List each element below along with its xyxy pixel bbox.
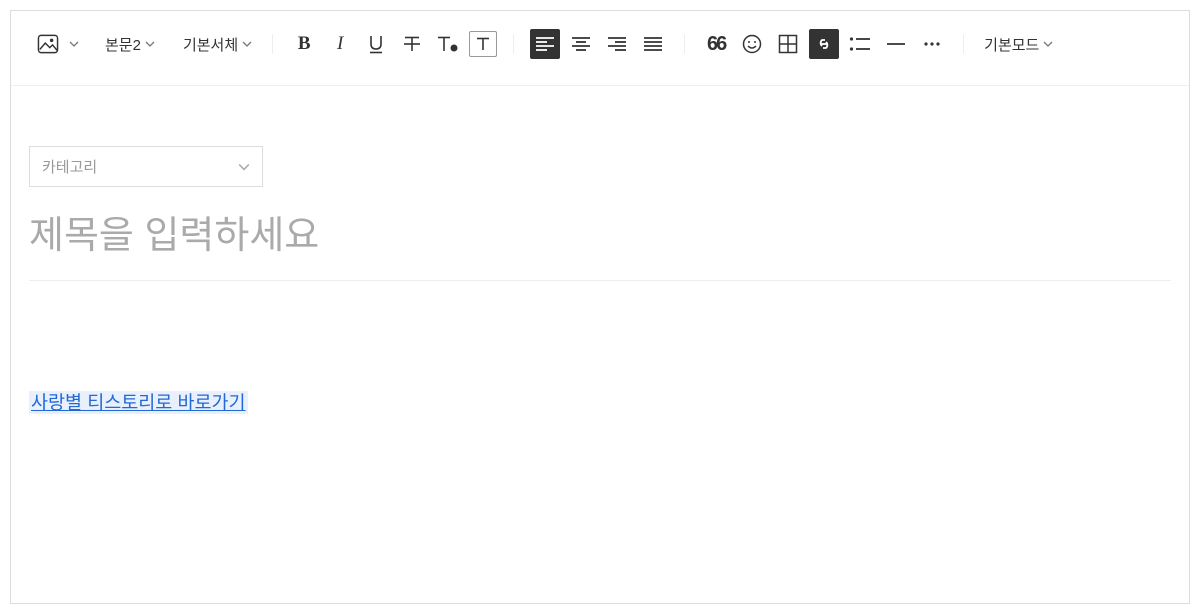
align-justify-button[interactable] xyxy=(638,29,668,59)
content-area: 카테고리 사랑별 티스토리로 바로가기 xyxy=(11,86,1189,433)
font-family-dropdown[interactable]: 기본서체 xyxy=(179,34,256,55)
underline-icon xyxy=(367,34,385,54)
link-icon xyxy=(814,34,834,54)
list-button[interactable] xyxy=(845,29,875,59)
mode-dropdown[interactable]: 기본모드 xyxy=(980,34,1057,55)
font-family-label: 기본서체 xyxy=(183,34,238,55)
text-color-button[interactable] xyxy=(433,29,463,59)
separator xyxy=(963,34,964,54)
underline-button[interactable] xyxy=(361,29,391,59)
editor-body[interactable]: 사랑별 티스토리로 바로가기 xyxy=(29,281,1171,415)
chevron-down-icon xyxy=(145,39,155,49)
table-icon xyxy=(778,34,798,54)
separator xyxy=(513,34,514,54)
mode-label: 기본모드 xyxy=(984,34,1039,55)
editor-frame: 본문2 기본서체 B I xyxy=(10,10,1190,604)
chevron-down-icon xyxy=(1043,39,1053,49)
more-button[interactable] xyxy=(917,29,947,59)
chevron-down-icon xyxy=(242,39,252,49)
align-right-icon xyxy=(607,36,627,52)
content-link[interactable]: 사랑별 티스토리로 바로가기 xyxy=(29,391,248,414)
bold-button[interactable]: B xyxy=(289,29,319,59)
align-left-icon xyxy=(535,36,555,52)
strikethrough-icon xyxy=(402,34,422,54)
horizontal-rule-button[interactable] xyxy=(881,29,911,59)
separator xyxy=(272,34,273,54)
link-button[interactable] xyxy=(809,29,839,59)
text-bg-icon xyxy=(475,36,491,52)
paragraph-style-label: 본문2 xyxy=(105,34,141,55)
category-placeholder: 카테고리 xyxy=(42,156,97,177)
image-chevron[interactable] xyxy=(69,39,79,49)
align-right-button[interactable] xyxy=(602,29,632,59)
align-justify-icon xyxy=(643,36,663,52)
toolbar: 본문2 기본서체 B I xyxy=(11,11,1189,86)
image-button[interactable] xyxy=(33,29,63,59)
chevron-down-icon xyxy=(238,161,250,173)
emoji-button[interactable] xyxy=(737,29,767,59)
paragraph-style-dropdown[interactable]: 본문2 xyxy=(101,34,159,55)
align-center-button[interactable] xyxy=(566,29,596,59)
category-select[interactable]: 카테고리 xyxy=(29,146,263,187)
more-icon xyxy=(922,39,942,49)
hr-icon xyxy=(886,39,906,49)
strikethrough-button[interactable] xyxy=(397,29,427,59)
image-icon xyxy=(37,34,59,54)
table-button[interactable] xyxy=(773,29,803,59)
title-input[interactable] xyxy=(29,187,1171,281)
text-color-icon xyxy=(437,34,459,54)
text-background-button[interactable] xyxy=(469,31,497,57)
emoji-icon xyxy=(742,34,762,54)
align-left-button[interactable] xyxy=(530,29,560,59)
italic-button[interactable]: I xyxy=(325,29,355,59)
separator xyxy=(684,34,685,54)
align-center-icon xyxy=(571,36,591,52)
blockquote-button[interactable]: 66 xyxy=(701,29,731,59)
list-icon xyxy=(849,36,871,52)
